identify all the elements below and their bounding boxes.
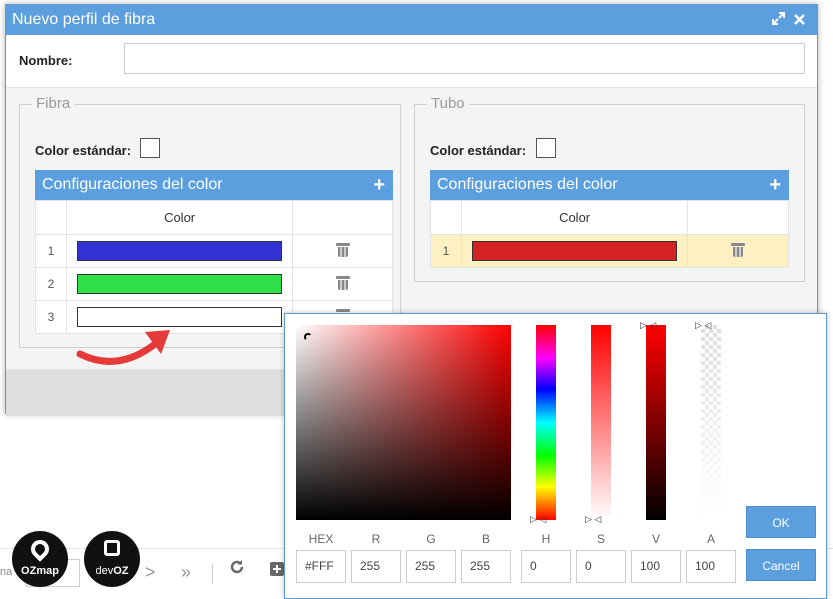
ozmap-logo: OZmap: [12, 531, 68, 587]
value-slider[interactable]: [646, 325, 666, 520]
dialog-titlebar: Nuevo perfil de fibra: [6, 5, 817, 35]
r-label: R: [371, 532, 381, 546]
color-swatch[interactable]: [471, 241, 678, 261]
trash-icon[interactable]: [335, 275, 350, 290]
pager-divider: [212, 564, 213, 584]
fibra-fieldset: Fibra Color estándar: Configuraciones de…: [19, 95, 401, 348]
row-number: 1: [430, 234, 462, 268]
color-swatch[interactable]: [76, 274, 283, 294]
row-number: 1: [35, 234, 67, 268]
color-picker: ▷ ◁ ▷ ◁ ▷ ◁ ▷ ◁ HEX R G B H S V A #FFF 2…: [284, 313, 827, 599]
close-icon[interactable]: [794, 12, 805, 28]
tubo-config-header: Configuraciones del color +: [430, 170, 789, 200]
h-input[interactable]: 0: [521, 550, 571, 583]
table-header-row: Color: [35, 200, 393, 235]
s-input[interactable]: 0: [576, 550, 626, 583]
trash-icon[interactable]: [731, 242, 746, 257]
hue-slider[interactable]: [536, 325, 556, 520]
b-label: B: [481, 532, 490, 546]
fibra-standard-color-checkbox[interactable]: [140, 138, 160, 158]
pager-label: na: [0, 566, 13, 578]
ozmap-logo-text: OZmap: [21, 565, 59, 577]
tubo-fieldset: Tubo Color estándar: Configuraciones del…: [414, 95, 805, 282]
v-label: V: [651, 532, 660, 546]
tubo-config-title: Configuraciones del color: [437, 176, 618, 193]
tubo-color-table: Color 1: [430, 200, 789, 268]
b-input[interactable]: 255: [461, 550, 511, 583]
next-page-icon[interactable]: >: [145, 562, 156, 583]
name-row: Nombre:: [6, 35, 817, 87]
tubo-color-column-header: Color: [460, 200, 689, 235]
a-input[interactable]: 100: [686, 550, 736, 583]
fibra-config-header: Configuraciones del color +: [35, 170, 393, 200]
saturation-handle-icon[interactable]: ▷ ◁: [585, 514, 601, 525]
hex-input[interactable]: #FFF: [296, 550, 346, 583]
h-label: H: [541, 532, 551, 546]
fibra-standard-color-label: Color estándar:: [35, 143, 132, 158]
tubo-legend: Tubo: [427, 95, 469, 112]
table-row[interactable]: 1: [430, 234, 789, 268]
g-label: G: [426, 532, 436, 546]
s-label: S: [596, 532, 605, 546]
ok-button[interactable]: OK: [746, 506, 816, 538]
color-swatch[interactable]: [76, 241, 283, 261]
last-page-icon[interactable]: »: [181, 562, 191, 583]
value-handle-icon[interactable]: ▷ ◁: [640, 320, 656, 331]
row-number: 2: [35, 267, 67, 301]
hue-handle-icon[interactable]: ▷ ◁: [530, 514, 546, 525]
cancel-button[interactable]: Cancel: [746, 549, 816, 581]
g-input[interactable]: 255: [406, 550, 456, 583]
saturation-value-area[interactable]: [296, 325, 511, 520]
tubo-standard-color-label: Color estándar:: [430, 143, 527, 158]
table-row[interactable]: 2: [35, 267, 393, 301]
name-label: Nombre:: [19, 53, 73, 68]
trash-icon[interactable]: [335, 242, 350, 257]
fibra-color-column-header: Color: [65, 200, 294, 235]
hex-label: HEX: [308, 532, 334, 546]
name-input[interactable]: [124, 43, 805, 74]
alpha-handle-icon[interactable]: ▷ ◁: [695, 320, 711, 331]
devoz-logo: devOZ: [84, 531, 140, 587]
fibra-add-color-icon[interactable]: +: [373, 170, 385, 200]
tubo-add-color-icon[interactable]: +: [769, 170, 781, 200]
fibra-config-title: Configuraciones del color: [42, 176, 223, 193]
r-input[interactable]: 255: [351, 550, 401, 583]
alpha-slider[interactable]: [701, 325, 721, 520]
table-row[interactable]: 1: [35, 234, 393, 268]
v-input[interactable]: 100: [631, 550, 681, 583]
sv-cursor[interactable]: [304, 333, 312, 341]
refresh-icon[interactable]: [229, 559, 245, 580]
table-header-row: Color: [430, 200, 789, 235]
map-pin-icon: [27, 536, 53, 562]
add-icon[interactable]: [270, 560, 284, 581]
dialog-title: Nuevo perfil de fibra: [12, 11, 156, 28]
saturation-slider[interactable]: [591, 325, 611, 520]
cube-icon: [104, 540, 120, 556]
fibra-legend: Fibra: [32, 95, 75, 112]
row-number: 3: [35, 300, 67, 334]
tubo-standard-color-checkbox[interactable]: [536, 138, 556, 158]
a-label: A: [706, 532, 715, 546]
devoz-logo-text: devOZ: [95, 565, 129, 577]
annotation-arrow-icon: [76, 330, 170, 365]
maximize-icon[interactable]: [772, 12, 794, 28]
